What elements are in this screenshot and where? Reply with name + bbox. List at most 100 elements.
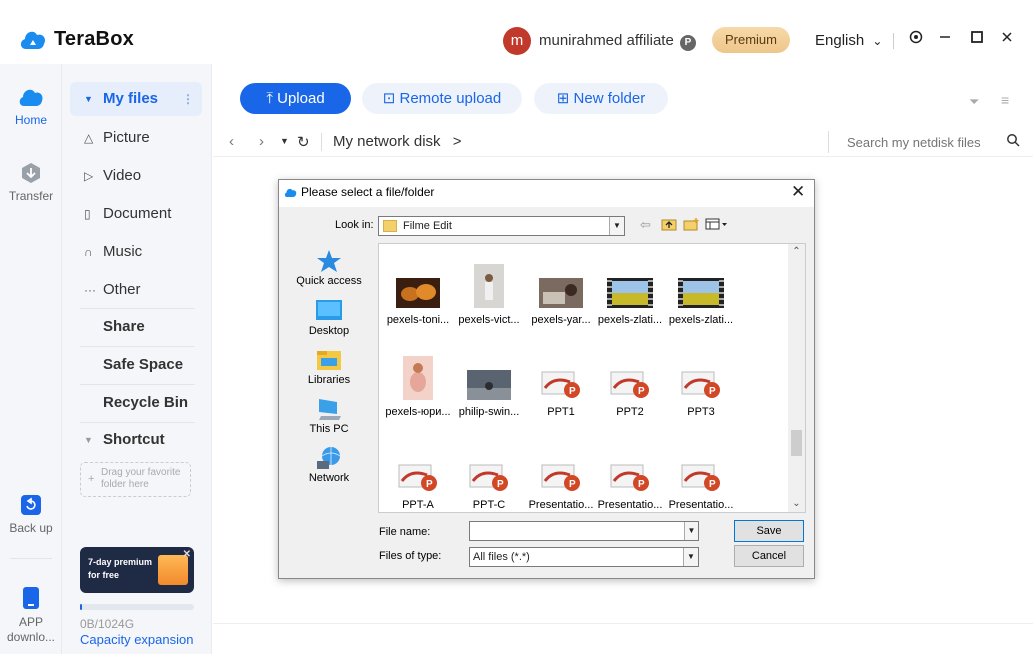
forward-icon[interactable]: › (259, 133, 264, 150)
sidebar-item-share[interactable]: Share (70, 310, 202, 344)
refresh-icon[interactable]: ↻ (297, 133, 310, 151)
svg-text:P: P (497, 479, 504, 490)
sidebar-item-document[interactable]: ▯ Document (70, 197, 202, 231)
look-in-select[interactable]: Filme Edit ▼ (378, 216, 625, 236)
back-icon[interactable]: ‹ (229, 133, 234, 150)
file-item[interactable]: pexels-zlati... (594, 262, 666, 326)
sidebar-item-recycle-bin[interactable]: Recycle Bin (70, 386, 202, 420)
sidebar-item-shortcut[interactable]: ▼ Shortcut (70, 423, 202, 457)
file-item[interactable]: P Presentatio... (665, 447, 737, 511)
transfer-icon (22, 163, 40, 183)
file-name: Presentatio... (597, 499, 663, 511)
sidebar-item-safe-space[interactable]: Safe Space (70, 348, 202, 382)
maximize-icon[interactable] (967, 30, 987, 50)
file-item[interactable]: P PPT1 (525, 354, 597, 418)
dropdown-arrow-icon: ▼ (609, 217, 624, 235)
file-type-value: All files (*.*) (473, 551, 530, 563)
file-item[interactable]: P PPT2 (594, 354, 666, 418)
file-name-label: File name: (379, 526, 431, 538)
settings-icon[interactable] (906, 30, 926, 50)
file-item[interactable]: P Presentatio... (525, 447, 597, 511)
dropdown-arrow-icon[interactable]: ▼ (684, 522, 698, 540)
file-type-select[interactable]: All files (*.*) ▼ (469, 547, 699, 567)
close-icon[interactable] (997, 30, 1017, 50)
list-view-icon[interactable]: ≡ (1001, 92, 1009, 108)
sidebar-item-video[interactable]: ▷ Video (70, 159, 202, 193)
new-folder-icon: ⊞ (556, 90, 570, 107)
capacity-fill (80, 604, 82, 610)
file-item[interactable]: pexels-юри... (382, 354, 454, 418)
file-item[interactable]: P PPT-A (382, 447, 454, 511)
svg-text:P: P (569, 386, 576, 397)
capacity-expansion-link[interactable]: Capacity expansion (80, 632, 193, 647)
scroll-down-icon[interactable]: ⌄ (788, 498, 805, 509)
sidebar-item-music[interactable]: ∩ Music (70, 235, 202, 269)
file-name: PPT1 (547, 406, 575, 418)
upload-label: Upload (277, 90, 325, 107)
close-icon[interactable]: ✕ (791, 182, 805, 202)
cloud-icon (19, 89, 43, 106)
rail-backup[interactable]: Back up (0, 494, 62, 535)
powerpoint-file-icon: P (382, 447, 454, 493)
file-name: pexels-toni... (386, 314, 450, 326)
place-quick-access[interactable]: Quick access (283, 249, 375, 287)
sidebar-item-label: Document (103, 205, 172, 222)
terabox-logo-icon (20, 31, 46, 49)
vertical-scrollbar[interactable]: ⌃ ⌄ (788, 244, 805, 512)
new-folder-button[interactable]: ⊞ New folder (534, 83, 668, 114)
new-folder-icon[interactable] (683, 217, 700, 234)
place-this-pc[interactable]: This PC (283, 397, 375, 435)
file-list-view: pexels-toni... pexels-vict... pexels-yar..… (378, 243, 806, 513)
file-name: Presentatio... (668, 499, 734, 511)
file-item[interactable]: P PPT-C (453, 447, 525, 511)
file-item[interactable]: pexels-yar... (525, 262, 597, 326)
back-arrow-icon[interactable]: ⇦ (640, 217, 651, 233)
remote-upload-button[interactable]: ⊡ Remote upload (362, 83, 522, 114)
file-item[interactable]: pexels-toni... (382, 262, 454, 326)
file-item[interactable]: pexels-vict... (453, 262, 525, 326)
sidebar-item-my-files[interactable]: ▼ My files ⋮ (70, 82, 202, 116)
divider (213, 623, 1033, 624)
view-menu-icon[interactable] (705, 217, 729, 234)
file-item[interactable]: P PPT3 (665, 354, 737, 418)
avatar[interactable]: m (503, 27, 531, 55)
place-network[interactable]: Network (283, 446, 375, 484)
sidebar-item-picture[interactable]: △ Picture (70, 121, 202, 155)
close-icon[interactable]: ✕ (183, 548, 191, 561)
file-item[interactable]: P Presentatio... (594, 447, 666, 511)
more-icon[interactable]: ⋮ (182, 82, 194, 116)
sidebar-item-other[interactable]: ··· Other (70, 273, 202, 307)
scrollbar-thumb[interactable] (791, 430, 802, 456)
place-libraries[interactable]: Libraries (283, 348, 375, 386)
place-desktop[interactable]: Desktop (283, 299, 375, 337)
language-selector[interactable]: English ⌄ (815, 32, 882, 49)
cancel-button[interactable]: Cancel (734, 545, 804, 567)
file-name-input[interactable] (469, 521, 699, 541)
rail-app-download[interactable]: APP downlo... (0, 586, 62, 645)
username[interactable]: munirahmed affiliate (539, 32, 674, 49)
history-dropdown-icon[interactable]: ▼ (280, 136, 289, 146)
folder-icon (383, 220, 397, 232)
sidebar: ▼ My files ⋮ △ Picture ▷ Video ▯ Documen… (62, 64, 212, 654)
libraries-icon (317, 351, 341, 370)
rail-transfer[interactable]: Transfer (0, 162, 62, 203)
breadcrumb[interactable]: My network disk > (333, 133, 461, 150)
file-item[interactable]: philip-swin... (453, 354, 525, 418)
file-item[interactable]: pexels-zlati... (665, 262, 737, 326)
search-input[interactable] (828, 131, 1023, 153)
filter-icon[interactable]: ⏷ (969, 94, 979, 110)
shortcut-drop-zone[interactable]: + Drag your favorite folder here (80, 462, 191, 497)
minimize-icon[interactable] (935, 30, 955, 50)
save-button[interactable]: Save (734, 520, 804, 542)
file-name: PPT-C (472, 499, 506, 511)
upload-button[interactable]: ⤒ Upload (240, 83, 351, 114)
scroll-up-icon[interactable]: ⌃ (788, 246, 805, 257)
ellipsis-icon: ··· (84, 283, 96, 297)
rail-home[interactable]: Home (0, 86, 62, 127)
premium-promo-banner[interactable]: 7-day premium for free ✕ (80, 547, 194, 593)
file-name: PPT2 (616, 406, 644, 418)
premium-button[interactable]: Premium (712, 27, 790, 53)
look-in-value: Filme Edit (403, 220, 452, 232)
search-icon[interactable] (1006, 133, 1020, 152)
up-folder-icon[interactable] (661, 217, 677, 234)
